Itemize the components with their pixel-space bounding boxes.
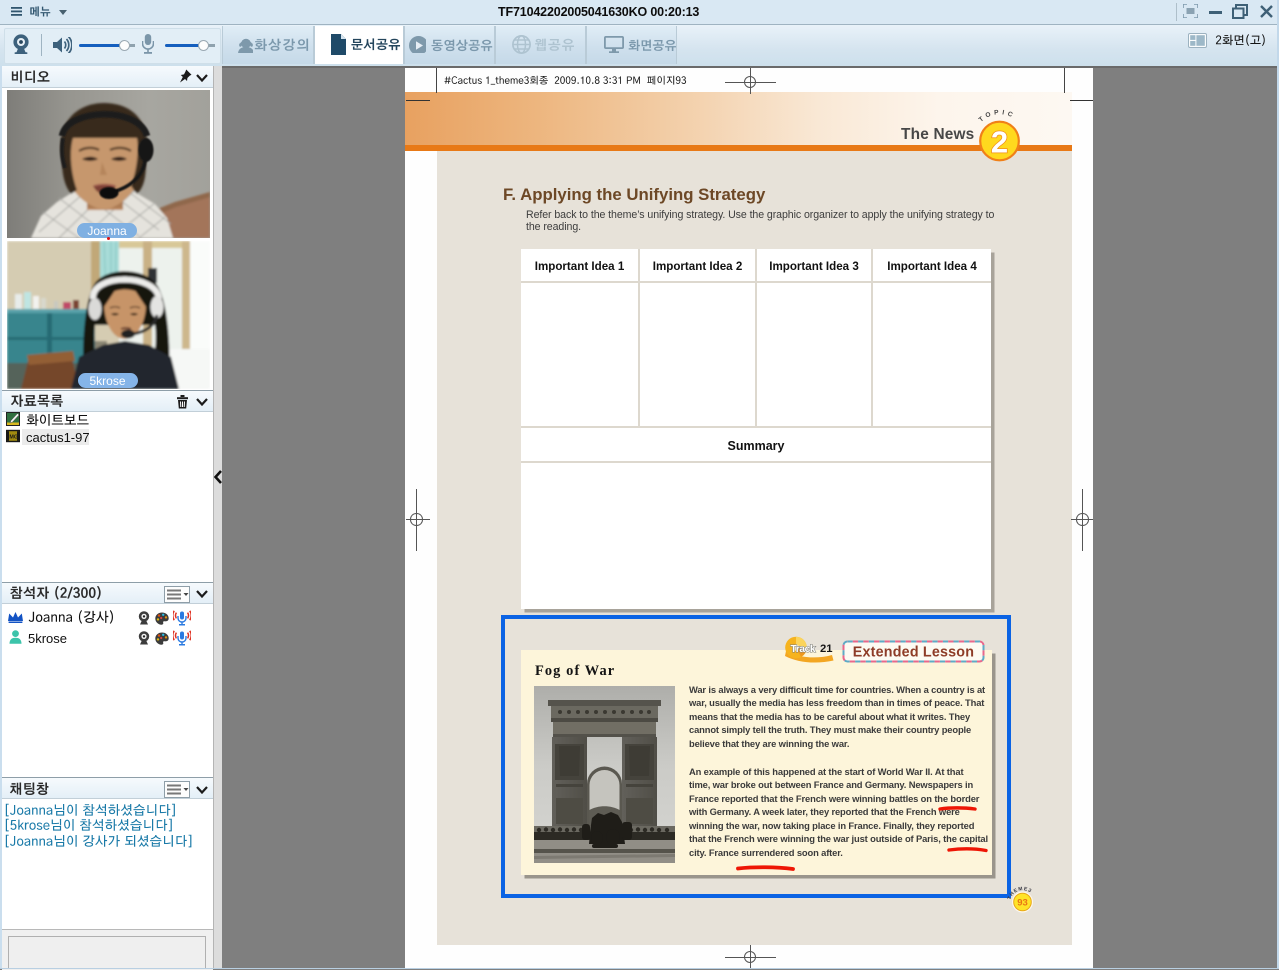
svg-text:93: 93 — [1017, 898, 1028, 909]
svg-text:Track: Track — [791, 644, 816, 655]
svg-text:IMG: IMG — [8, 434, 18, 440]
svg-text:2: 2 — [991, 125, 1008, 160]
svg-text:21: 21 — [820, 643, 833, 655]
svg-text:Extended Lesson: Extended Lesson — [853, 644, 974, 660]
